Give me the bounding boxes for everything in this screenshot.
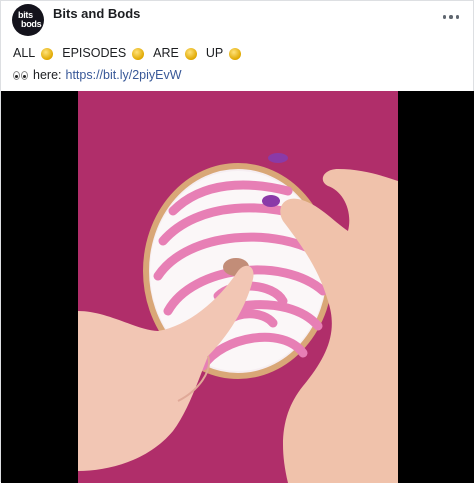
post-caption: ALL EPISODES ARE UP here: https://bit.ly…	[13, 42, 250, 86]
caption-line-2: here: https://bit.ly/2piyEvW	[13, 64, 250, 86]
caption-line-1: ALL EPISODES ARE UP	[13, 42, 250, 64]
coin-emoji-icon	[184, 48, 197, 60]
facebook-post: bits bods Bits and Bods ALL EPISODES ARE…	[0, 0, 474, 483]
more-dot	[455, 15, 460, 19]
caption-word: ALL	[13, 46, 36, 60]
more-dot	[449, 15, 453, 19]
caption-word: ARE	[153, 46, 179, 60]
caption-link[interactable]: https://bit.ly/2piyEvW	[66, 64, 182, 86]
post-header: bits bods Bits and Bods	[9, 3, 467, 39]
video-frame[interactable]	[78, 91, 398, 483]
eyes-emoji-icon	[13, 70, 28, 80]
avatar-text-bottom: bods	[21, 19, 42, 29]
more-dot	[442, 15, 447, 19]
coin-emoji-icon	[132, 48, 145, 60]
coin-emoji-icon	[41, 48, 54, 60]
eye-shape	[13, 70, 20, 80]
page-avatar[interactable]: bits bods	[12, 4, 44, 36]
page-name-link[interactable]: Bits and Bods	[53, 6, 140, 21]
eye-shape	[21, 70, 28, 80]
coin-emoji-icon	[229, 48, 242, 60]
video-player[interactable]	[1, 91, 474, 483]
caption-word: EPISODES	[62, 46, 127, 60]
caption-prefix: here:	[33, 68, 62, 82]
video-still-image	[78, 91, 398, 483]
caption-word: UP	[205, 46, 224, 60]
more-options-icon[interactable]	[441, 9, 461, 25]
